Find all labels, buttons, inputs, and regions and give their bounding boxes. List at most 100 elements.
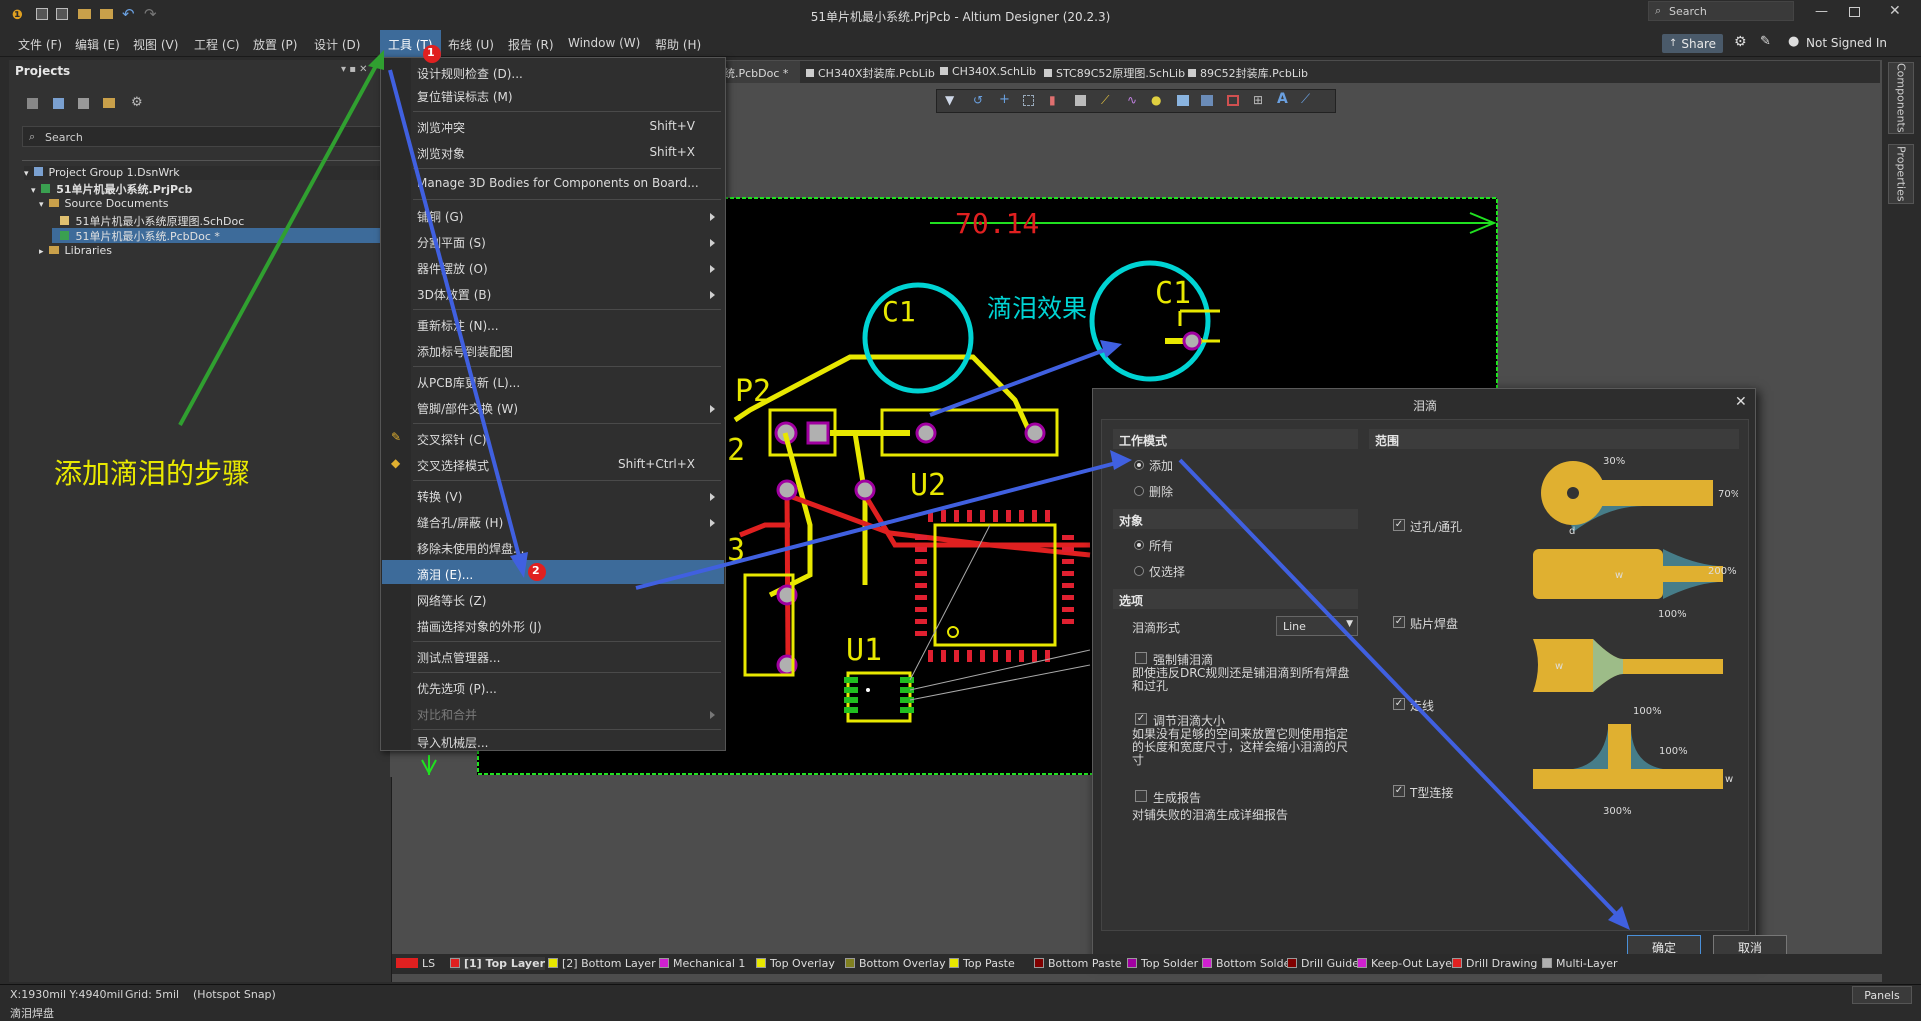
menu-item-cross-probe[interactable]: 交叉探针 (C) xyxy=(417,431,487,448)
layer-top-solder[interactable]: Top Solder xyxy=(1127,957,1198,970)
menu-project[interactable]: 工程 (C) xyxy=(194,36,240,53)
tree-item-libraries[interactable]: ▸ Libraries xyxy=(39,244,112,257)
checkbox-smd-pads[interactable]: ✓ xyxy=(1393,616,1405,628)
menu-help[interactable]: 帮助 (H) xyxy=(655,36,701,53)
save-all-project-icon[interactable] xyxy=(53,98,64,109)
checkbox-tracks[interactable]: ✓ xyxy=(1393,698,1405,710)
menu-item-outline-selected[interactable]: 描画选择对象的外形 (J) xyxy=(417,618,542,635)
menu-window[interactable]: Window (W) xyxy=(568,36,640,50)
menu-file[interactable]: 文件 (F) xyxy=(18,36,62,53)
global-search-box[interactable]: ⌕ Search xyxy=(1648,1,1794,21)
tree-item-project[interactable]: ▾ 51单片机最小系统.PrjPcb xyxy=(31,181,192,197)
tree-item-source-documents[interactable]: ▾ Source Documents xyxy=(39,197,169,210)
tree-item-project-group[interactable]: ▾ Project Group 1.DsnWrk xyxy=(24,166,392,180)
menu-item-import-mechanical[interactable]: 导入机械层... xyxy=(417,734,488,751)
label-smd-pads[interactable]: 贴片焊盘 xyxy=(1410,615,1458,632)
expand-icon[interactable]: ▾ xyxy=(39,200,44,210)
menu-item-remove-unused-pads[interactable]: 移除未使用的焊盘... xyxy=(417,540,524,557)
checkbox-via-thru-hole[interactable]: ✓ xyxy=(1393,519,1405,531)
menu-item-reset-errors[interactable]: 复位错误标志 (M) xyxy=(417,88,513,105)
menu-place[interactable]: 放置 (P) xyxy=(253,36,297,53)
checkbox-generate-report[interactable] xyxy=(1135,790,1147,802)
label-remove[interactable]: 删除 xyxy=(1149,483,1173,500)
menu-view[interactable]: 视图 (V) xyxy=(133,36,178,53)
select-rect-icon[interactable] xyxy=(1023,95,1034,106)
crosshair-icon[interactable]: + xyxy=(999,92,1010,107)
menu-item-assembly-designators[interactable]: 添加标号到装配图 xyxy=(417,343,513,360)
tab-stc89c52-schlib[interactable]: STC89C52原理图.SchLib xyxy=(1044,65,1185,81)
components-panel-tab[interactable]: Components xyxy=(1888,62,1914,134)
filter-icon[interactable]: ▼ xyxy=(945,93,954,107)
checkbox-t-junctions[interactable]: ✓ xyxy=(1393,785,1405,797)
menu-item-polygon-pours[interactable]: 铺铜 (G) xyxy=(417,208,463,225)
dialog-close-button[interactable]: ✕ xyxy=(1735,394,1747,410)
layer-drill-drawing[interactable]: Drill Drawing xyxy=(1452,957,1537,970)
layer-bottom-solder[interactable]: Bottom Solder xyxy=(1202,957,1295,970)
layer-top-paste[interactable]: Top Paste xyxy=(949,957,1015,970)
properties-panel-tab[interactable]: Properties xyxy=(1888,144,1914,204)
menu-item-preferences[interactable]: 优先选项 (P)... xyxy=(417,680,497,697)
menu-item-cross-select-mode[interactable]: 交叉选择模式 xyxy=(417,457,489,474)
component-icon[interactable] xyxy=(1075,95,1086,106)
label-selected-only[interactable]: 仅选择 xyxy=(1149,563,1185,580)
tree-item-schdoc[interactable]: 51单片机最小系统原理图.SchDoc xyxy=(60,213,244,229)
layer-bottom-paste[interactable]: Bottom Paste xyxy=(1034,957,1122,970)
menu-item-manage-3d-bodies[interactable]: Manage 3D Bodies for Components on Board… xyxy=(417,176,699,190)
menu-item-3d-body-placement[interactable]: 3D体放置 (B) xyxy=(417,286,491,303)
layer-top-overlay[interactable]: Top Overlay xyxy=(756,957,835,970)
menu-design[interactable]: 设计 (D) xyxy=(314,36,360,53)
menu-item-convert[interactable]: 转换 (V) xyxy=(417,488,462,505)
layer-drill-guide[interactable]: Drill Guide xyxy=(1287,957,1359,970)
radio-add[interactable] xyxy=(1134,460,1144,470)
dimension-icon[interactable]: ⊞ xyxy=(1253,93,1263,107)
route-icon[interactable]: ↺ xyxy=(973,93,983,107)
line-icon[interactable]: ⟋ xyxy=(1301,92,1310,107)
teardrop-style-select[interactable]: Line ▼ xyxy=(1276,616,1358,636)
menu-item-testpoint-manager[interactable]: 测试点管理器... xyxy=(417,649,500,666)
label-add[interactable]: 添加 xyxy=(1149,457,1173,474)
layer-multi-layer[interactable]: Multi-Layer xyxy=(1542,957,1618,970)
label-via-thru-hole[interactable]: 过孔/通孔 xyxy=(1410,518,1462,535)
menu-item-component-placement[interactable]: 器件摆放 (O) xyxy=(417,260,488,277)
tab-ch340x-pcblib[interactable]: CH340X封装库.PcbLib xyxy=(806,65,935,81)
layer-set-indicator[interactable]: LS xyxy=(396,957,435,970)
diff-pair-icon[interactable]: ∿ xyxy=(1127,93,1137,107)
share-button[interactable]: ↑ Share xyxy=(1662,34,1723,53)
user-status[interactable]: Not Signed In xyxy=(1806,36,1887,50)
label-generate-report[interactable]: 生成报告 xyxy=(1153,789,1201,806)
tree-item-pcbdoc[interactable]: 51单片机最小系统.PcbDoc * xyxy=(52,228,392,243)
tab-pcbdoc[interactable]: 统.PcbDoc * xyxy=(720,61,800,83)
menu-item-teardrops[interactable]: 滴泪 (E)... xyxy=(417,566,473,583)
tab-ch340x-schlib[interactable]: CH340X.SchLib xyxy=(940,65,1036,78)
keepout-icon[interactable] xyxy=(1227,95,1239,106)
maximize-button[interactable] xyxy=(1849,7,1860,17)
menu-item-browse-objects[interactable]: 浏览对象 xyxy=(417,145,465,162)
menu-item-drc[interactable]: 设计规则检查 (D)... xyxy=(417,65,523,82)
radio-all[interactable] xyxy=(1134,540,1144,550)
label-t-junctions[interactable]: T型连接 xyxy=(1410,784,1453,801)
menu-item-pin-swap[interactable]: 管脚/部件交换 (W) xyxy=(417,400,518,417)
project-options-gear-icon[interactable]: ⚙ xyxy=(131,95,143,110)
fill-icon[interactable] xyxy=(1177,95,1189,106)
expand-icon[interactable]: ▾ xyxy=(24,169,29,179)
menu-item-update-from-pcb-lib[interactable]: 从PCB库更新 (L)... xyxy=(417,374,520,391)
menu-reports[interactable]: 报告 (R) xyxy=(508,36,554,53)
polygon-icon[interactable] xyxy=(1201,95,1213,106)
label-tracks[interactable]: 走线 xyxy=(1410,697,1434,714)
menu-item-browse-violations[interactable]: 浏览冲突 xyxy=(417,119,465,136)
panels-button[interactable]: Panels xyxy=(1852,986,1912,1004)
layer-bottom-overlay[interactable]: Bottom Overlay xyxy=(845,957,946,970)
text-icon[interactable]: A xyxy=(1277,91,1288,107)
layer-keep-out[interactable]: Keep-Out Layer xyxy=(1357,957,1457,970)
menu-route[interactable]: 布线 (U) xyxy=(448,36,494,53)
close-window-button[interactable]: ✕ xyxy=(1889,3,1901,19)
radio-selected-only[interactable] xyxy=(1134,566,1144,576)
checkbox-adjust-size[interactable]: ✓ xyxy=(1135,713,1147,725)
projects-search-box[interactable]: ⌕ Search xyxy=(22,126,388,147)
tab-89c52-pcblib[interactable]: 89C52封装库.PcbLib xyxy=(1188,65,1308,81)
menu-item-length-tuning[interactable]: 网络等长 (Z) xyxy=(417,592,486,609)
layer-top[interactable]: [1] Top Layer xyxy=(450,957,545,970)
bar-graph-icon[interactable]: ▮ xyxy=(1049,93,1056,107)
panel-menu-icon[interactable]: ▾ ▪ ✕ xyxy=(341,64,368,75)
settings-gear-icon[interactable]: ⚙ xyxy=(1734,34,1747,50)
